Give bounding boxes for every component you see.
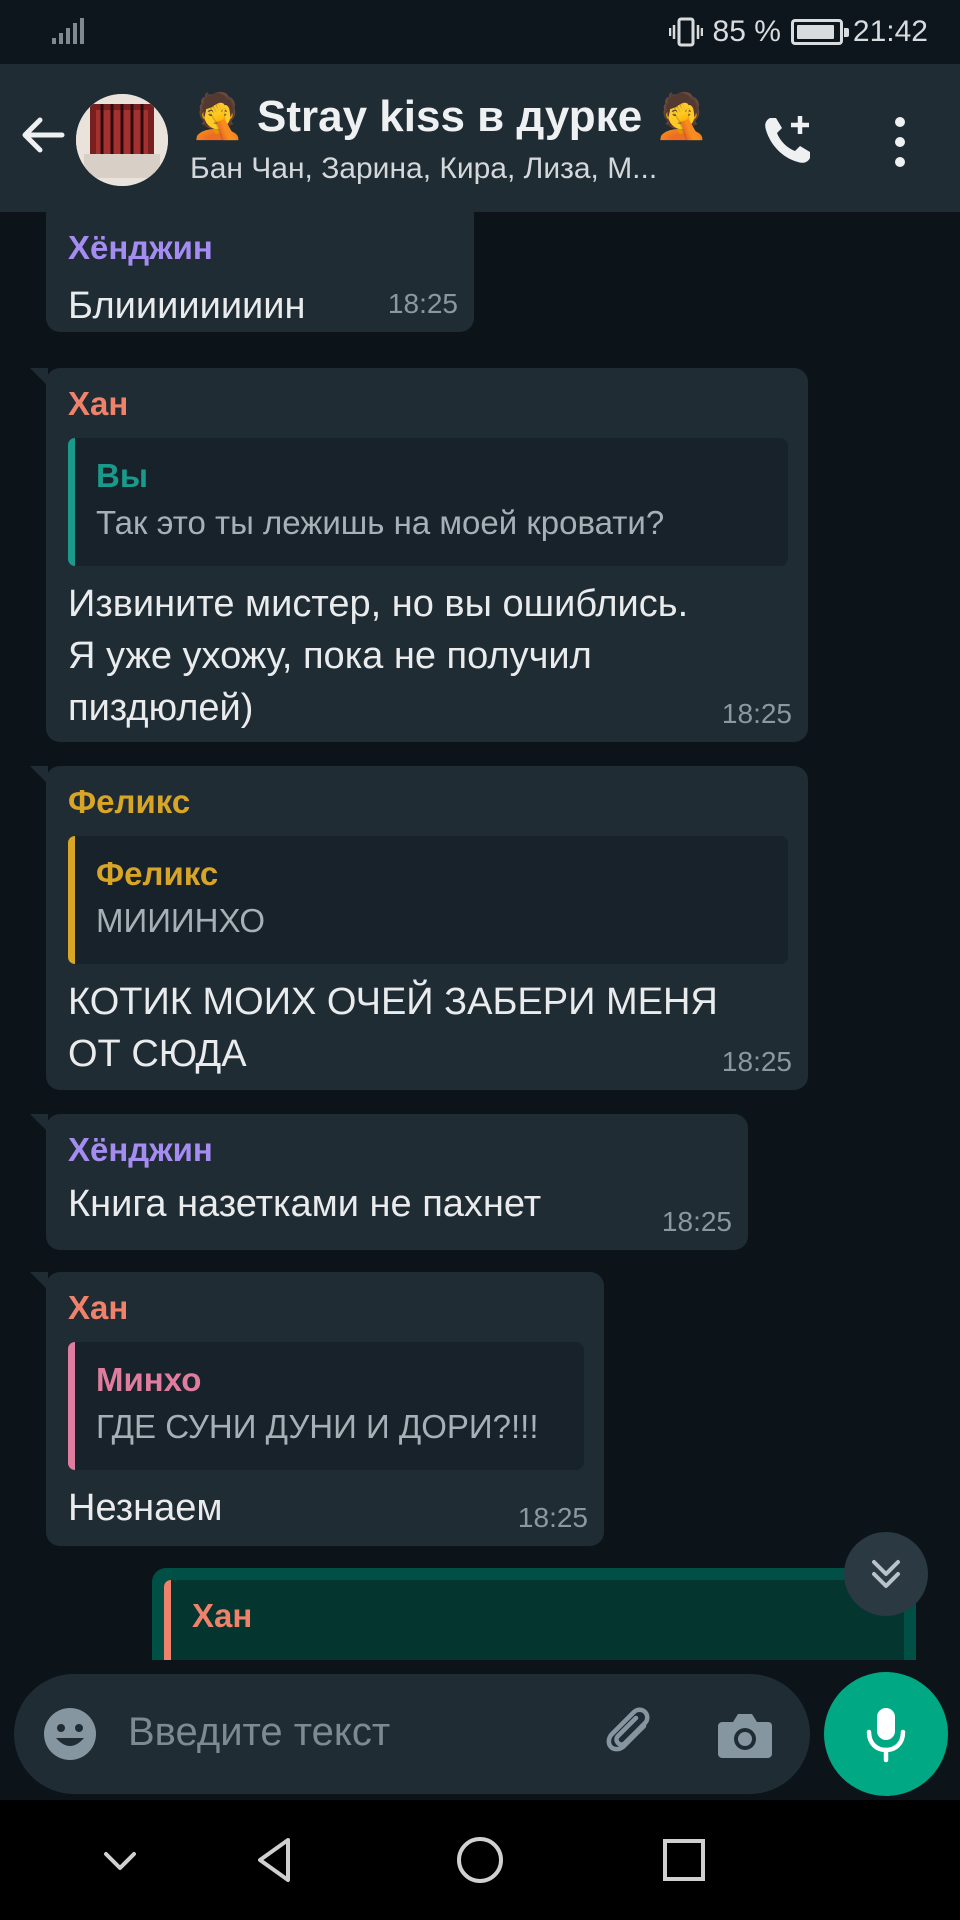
status-right: 85 % 21:42 (668, 12, 928, 52)
reply-quote[interactable]: Хан (164, 1580, 904, 1660)
message-bubble[interactable]: Хёнджин Книга назетками не пахнет 18:25 (30, 1114, 748, 1250)
message-time: 18:25 (721, 1046, 792, 1077)
compose-bar: Введите текст (0, 1660, 960, 1800)
message-line: Я уже ухожу, пока не получил (68, 635, 592, 677)
message-sender: Хёнджин (68, 229, 213, 266)
message-bubble[interactable]: Хёнджин Блиииииииин 18:25 (46, 212, 474, 332)
message-time: 18:25 (517, 1502, 588, 1533)
chat-title[interactable]: 🤦 Stray kiss в дурке 🤦 (190, 90, 709, 142)
back-arrow-icon[interactable] (18, 110, 68, 160)
mic-icon (866, 1708, 906, 1763)
scroll-to-bottom-button[interactable] (844, 1532, 928, 1616)
message-bubble[interactable]: Феликс Феликс МИИИНХО КОТИК МОИХ ОЧЕЙ ЗА… (30, 766, 808, 1090)
emoji-icon[interactable] (42, 1706, 98, 1762)
voice-record-button[interactable] (824, 1672, 948, 1796)
message-bubble[interactable]: Хан Вы Так это ты лежишь на моей кровати… (30, 368, 808, 742)
message-text: Незнаем (68, 1487, 223, 1529)
system-nav-bar (0, 1800, 960, 1920)
nav-home-icon[interactable] (454, 1834, 506, 1886)
message-sender: Феликс (68, 783, 191, 820)
message-sender: Хёнджин (68, 1131, 213, 1168)
message-input-placeholder[interactable]: Введите текст (128, 1710, 390, 1755)
nav-recents-icon[interactable] (658, 1834, 710, 1886)
attach-icon[interactable] (604, 1706, 662, 1764)
reply-quote[interactable]: Минхо ГДЕ СУНИ ДУНИ И ДОРИ?!!! (68, 1342, 584, 1470)
quote-text: ГДЕ СУНИ ДУНИ И ДОРИ?!!! (96, 1408, 539, 1445)
message-text: Книга назетками не пахнет (68, 1183, 542, 1225)
vibrate-icon (668, 17, 703, 47)
reply-quote[interactable]: Феликс МИИИНХО (68, 836, 788, 964)
chat-members[interactable]: Бан Чан, Зарина, Кира, Лиза, М... (190, 152, 720, 186)
nav-back-icon[interactable] (250, 1834, 302, 1886)
message-line: Извините мистер, но вы ошиблись. (68, 583, 689, 625)
message-sender: Хан (68, 1289, 129, 1326)
add-call-icon[interactable] (760, 112, 816, 168)
battery-icon (790, 19, 849, 45)
message-time: 18:25 (387, 288, 458, 319)
nav-down-icon[interactable] (94, 1834, 146, 1886)
signal-icon (52, 18, 84, 44)
status-bar: 85 % 21:42 (0, 0, 960, 64)
quote-author: Хан (192, 1597, 253, 1634)
outgoing-message-bubble[interactable]: Хан (152, 1568, 916, 1660)
camera-icon[interactable] (716, 1708, 774, 1760)
quote-author: Феликс (96, 855, 219, 892)
message-time: 18:25 (721, 698, 792, 729)
message-line: ОТ СЮДА (68, 1033, 247, 1075)
message-line: КОТИК МОИХ ОЧЕЙ ЗАБЕРИ МЕНЯ (68, 981, 718, 1023)
clock: 21:42 (852, 15, 928, 48)
reply-quote[interactable]: Вы Так это ты лежишь на моей кровати? (68, 438, 788, 566)
message-bubble[interactable]: Хан Минхо ГДЕ СУНИ ДУНИ И ДОРИ?!!! Незна… (30, 1272, 604, 1546)
chevron-double-down-icon (872, 1560, 900, 1588)
group-avatar[interactable] (76, 94, 168, 186)
message-line: пиздюлей) (68, 687, 254, 729)
quote-author: Вы (96, 457, 149, 494)
quote-author: Минхо (96, 1361, 202, 1398)
battery-percent: 85 % (712, 15, 781, 48)
message-time: 18:25 (661, 1206, 732, 1237)
quote-text: Так это ты лежишь на моей кровати? (96, 504, 665, 541)
more-vert-icon[interactable] (888, 116, 912, 168)
message-sender: Хан (68, 385, 129, 422)
message-input-field[interactable]: Введите текст (14, 1674, 810, 1794)
chat-header: 🤦 Stray kiss в дурке 🤦 Бан Чан, Зарина, … (0, 64, 960, 212)
quote-text: МИИИНХО (96, 902, 266, 939)
message-list[interactable]: Хёнджин Блиииииииин 18:25 Хан Вы Так это… (0, 212, 960, 1660)
